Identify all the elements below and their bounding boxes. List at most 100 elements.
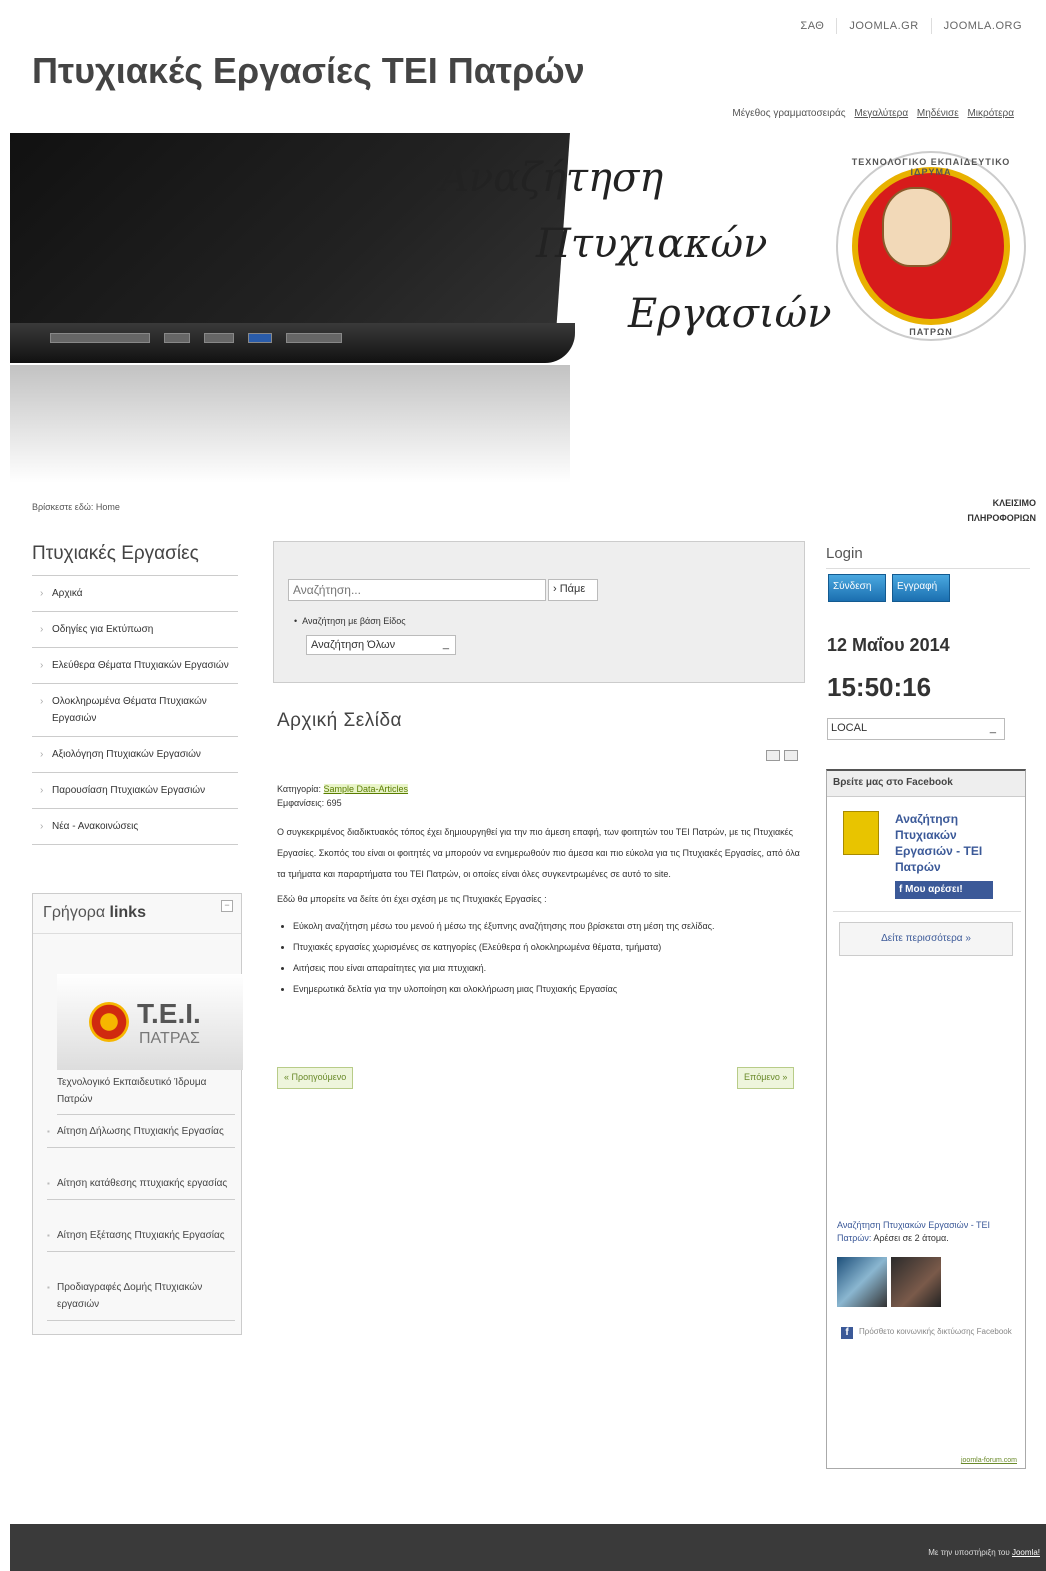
search-module: › Πάμε • Αναζήτηση με βάση Είδος Αναζήτη… [273, 541, 805, 683]
top-nav-link-sao[interactable]: ΣΑΘ [788, 18, 836, 34]
footer-credit: Με την υποστήριξη του Joomla! [928, 1548, 1040, 1557]
list-item: Εύκολη αναζήτηση μέσω του μενού ή μέσω τ… [293, 916, 803, 937]
article-paragraph-2: Εδώ θα μπορείτε να δείτε ότι έχει σχέση … [277, 894, 547, 904]
facebook-see-more-button[interactable]: Δείτε περισσότερα » [839, 922, 1013, 956]
font-bigger-link[interactable]: Μεγαλύτερα [854, 108, 908, 119]
menu-item-free-topics[interactable]: Ελεύθερα Θέματα Πτυχιακών Εργασιών [32, 648, 238, 684]
facebook-footer-link[interactable]: joomla-forum.com [961, 1457, 1017, 1464]
list-item: Αιτήσεις που είναι απαραίτητες για μια π… [293, 958, 803, 979]
search-type-select[interactable]: Αναζήτηση Όλων _ [306, 635, 456, 655]
chevron-down-icon: _ [442, 638, 449, 650]
quick-link-submission[interactable]: Αίτηση κατάθεσης πτυχιακής εργασίας [47, 1168, 235, 1200]
quick-link-exam[interactable]: Αίτηση Εξέτασης Πτυχιακής Εργασίας [47, 1220, 235, 1252]
left-menu-title: Πτυχιακές Εργασίες [32, 543, 238, 576]
menu-item-completed-topics[interactable]: Ολοκληρωμένα Θέματα Πτυχιακών Εργασιών [32, 684, 238, 737]
category-link[interactable]: Sample Data-Articles [323, 784, 409, 794]
left-menu: Πτυχιακές Εργασίες Αρχικά Οδηγίες για Εκ… [32, 543, 238, 845]
facebook-post: Αναζήτηση Πτυχιακών Εργασιών - ΤΕΙ Πατρώ… [837, 1219, 1021, 1245]
banner-text-line3: Εργασιών [628, 291, 832, 337]
article-icons [766, 750, 798, 761]
footer-joomla-link[interactable]: Joomla! [1012, 1548, 1040, 1557]
article-paragraph-1: Ο συγκεκριμένος διαδικτυακός τόπος έχει … [277, 827, 800, 879]
tei-seal-logo: ΤΕΧΝΟΛΟΓΙΚΟ ΕΚΠΑΙΔΕΥΤΙΚΟ ΙΔΡΥΜΑ ΠΑΤΡΩΝ [836, 151, 1026, 341]
facebook-fan-avatar[interactable] [837, 1257, 887, 1307]
font-reset-link[interactable]: Μηδένισε [917, 108, 959, 119]
facebook-post-text: Αρέσει σε 2 άτομα. [871, 1233, 949, 1243]
top-nav-link-joomla-gr[interactable]: JOOMLA.GR [836, 18, 930, 34]
quick-links-panel: Γρήγορα links − T.E.I. ΠΑΤΡΑΣ Τεχνολογικ… [32, 893, 243, 1335]
tei-logo-caption[interactable]: Τεχνολογικό Εκπαιδευτικό Ίδρυμα Πατρών [57, 1074, 235, 1115]
tei-patras-logo[interactable]: T.E.I. ΠΑΤΡΑΣ [57, 974, 243, 1070]
previous-button[interactable]: « Προηγούμενο [277, 1067, 354, 1089]
info-center-line2: ΠΛΗΡΟΦΟΡΙΩΝ [967, 513, 1036, 523]
article-meta: Κατηγορία: Sample Data-Articles Εμφανίσε… [277, 782, 409, 810]
timezone-select[interactable]: LOCAL _ [827, 718, 1005, 740]
quick-links-title: Γρήγορα links − [33, 894, 241, 934]
breadcrumb: Βρίσκεστε εδώ: Home [32, 502, 120, 512]
timezone-value: LOCAL [831, 722, 868, 734]
laptop-reflection [10, 365, 570, 483]
search-type-value: Αναζήτηση Όλων [311, 639, 396, 651]
quick-links-title-bold: links [109, 904, 146, 921]
menu-item-news[interactable]: Νέα - Ανακοινώσεις [32, 809, 238, 845]
top-nav: ΣΑΘ JOOMLA.GR JOOMLA.ORG [788, 18, 1034, 34]
footer-credit-text: Με την υποστήριξη του [928, 1548, 1012, 1557]
info-center-line1: ΚΛΕΙΣΙΜΟ [992, 498, 1036, 508]
info-center-close[interactable]: ΚΛΕΙΣΙΜΟ ΠΛΗΡΟΦΟΡΙΩΝ [967, 496, 1036, 526]
font-size-label: Μέγεθος γραμματοσειράς [732, 108, 846, 119]
facebook-page-name[interactable]: Αναζήτηση Πτυχιακών Εργασιών - ΤΕΙ Πατρώ… [895, 811, 1015, 875]
tei-logo-text: T.E.I. [137, 998, 201, 1029]
facebook-page-thumbnail[interactable] [843, 811, 879, 855]
email-icon[interactable] [784, 750, 798, 761]
quick-links-title-normal: Γρήγορα [43, 904, 110, 921]
page-title: Αρχική Σελίδα [277, 710, 403, 731]
header-banner: Αναζήτηση Πτυχιακών Εργασιών ΤΕΧΝΟΛΟΓΙΚΟ… [10, 133, 1046, 483]
menu-item-evaluation[interactable]: Αξιολόγηση Πτυχιακών Εργασιών [32, 737, 238, 773]
divider [833, 911, 1021, 912]
search-type-label-text: Αναζήτηση με βάση Είδος [302, 616, 406, 626]
menu-item-presentation[interactable]: Παρουσίαση Πτυχιακών Εργασιών [32, 773, 238, 809]
font-size-controls: Μέγεθος γραμματοσειράς Μεγαλύτερα Μηδένι… [732, 108, 1014, 119]
font-smaller-link[interactable]: Μικρότερα [967, 108, 1014, 119]
register-button[interactable]: Εγγραφή [892, 574, 950, 602]
banner-text-line1: Αναζήτηση [440, 155, 664, 201]
article-views: Εμφανίσεις: 695 [277, 798, 342, 808]
article-features-list: Εύκολη αναζήτηση μέσω του μενού ή μέσω τ… [277, 916, 803, 1000]
banner-text-line2: Πτυχιακών [536, 221, 768, 267]
footer: Με την υποστήριξη του Joomla! [10, 1524, 1046, 1571]
facebook-header: Βρείτε μας στο Facebook [827, 771, 1025, 797]
facebook-plugin-label[interactable]: Πρόσθετο κοινωνικής δικτύωσης Facebook [841, 1327, 1017, 1339]
print-icon[interactable] [766, 750, 780, 761]
tei-logo-subtext: ΠΑΤΡΑΣ [139, 1030, 200, 1047]
next-button[interactable]: Επόμενο » [737, 1067, 795, 1089]
top-nav-link-joomla-org[interactable]: JOOMLA.ORG [930, 18, 1034, 34]
article-category: Κατηγορία: Sample Data-Articles [277, 782, 409, 796]
list-item: Πτυχιακές εργασίες χωρισμένες σε κατηγορ… [293, 937, 803, 958]
chevron-down-icon: _ [989, 722, 996, 734]
menu-item-print-guide[interactable]: Οδηγίες για Εκτύπωση [32, 612, 238, 648]
quick-link-specs[interactable]: Προδιαγραφές Δομής Πτυχιακών εργασιών [47, 1272, 235, 1321]
seal-head-icon [882, 187, 952, 267]
signin-button[interactable]: Σύνδεση [828, 574, 886, 602]
site-title[interactable]: Πτυχιακές Εργασίες ΤΕΙ Πατρών [32, 50, 585, 92]
seal-text-top: ΤΕΧΝΟΛΟΓΙΚΟ ΕΚΠΑΙΔΕΥΤΙΚΟ ΙΔΡΥΜΑ [851, 157, 1011, 177]
collapse-icon[interactable]: − [221, 900, 233, 912]
laptop-ports [50, 331, 550, 345]
facebook-icon: f [899, 884, 903, 895]
date-display: 12 Μαΐου 2014 [827, 635, 950, 655]
facebook-like-box: Βρείτε μας στο Facebook Αναζήτηση Πτυχια… [826, 769, 1026, 1469]
login-title: Login [826, 545, 1030, 569]
facebook-like-button[interactable]: f Μου αρέσει! [895, 881, 993, 899]
search-type-label: • Αναζήτηση με βάση Είδος [294, 616, 406, 626]
seal-text-bottom: ΠΑΤΡΩΝ [909, 327, 953, 337]
article-body: Ο συγκεκριμένος διαδικτυακός τόπος έχει … [277, 822, 803, 1000]
tei-emblem-icon [89, 1002, 129, 1042]
facebook-fan-avatar[interactable] [891, 1257, 941, 1307]
search-input[interactable] [288, 579, 546, 601]
list-item: Ενημερωτικά δελτία για την υλοποίηση και… [293, 979, 803, 1000]
clock-display: 15:50:16 [827, 672, 932, 702]
facebook-like-label: Μου αρέσει! [905, 884, 963, 895]
quick-link-declaration[interactable]: Αίτηση Δήλωσης Πτυχιακής Εργασίας [47, 1116, 235, 1148]
search-button[interactable]: › Πάμε [548, 579, 598, 601]
menu-item-home[interactable]: Αρχικά [32, 576, 238, 612]
